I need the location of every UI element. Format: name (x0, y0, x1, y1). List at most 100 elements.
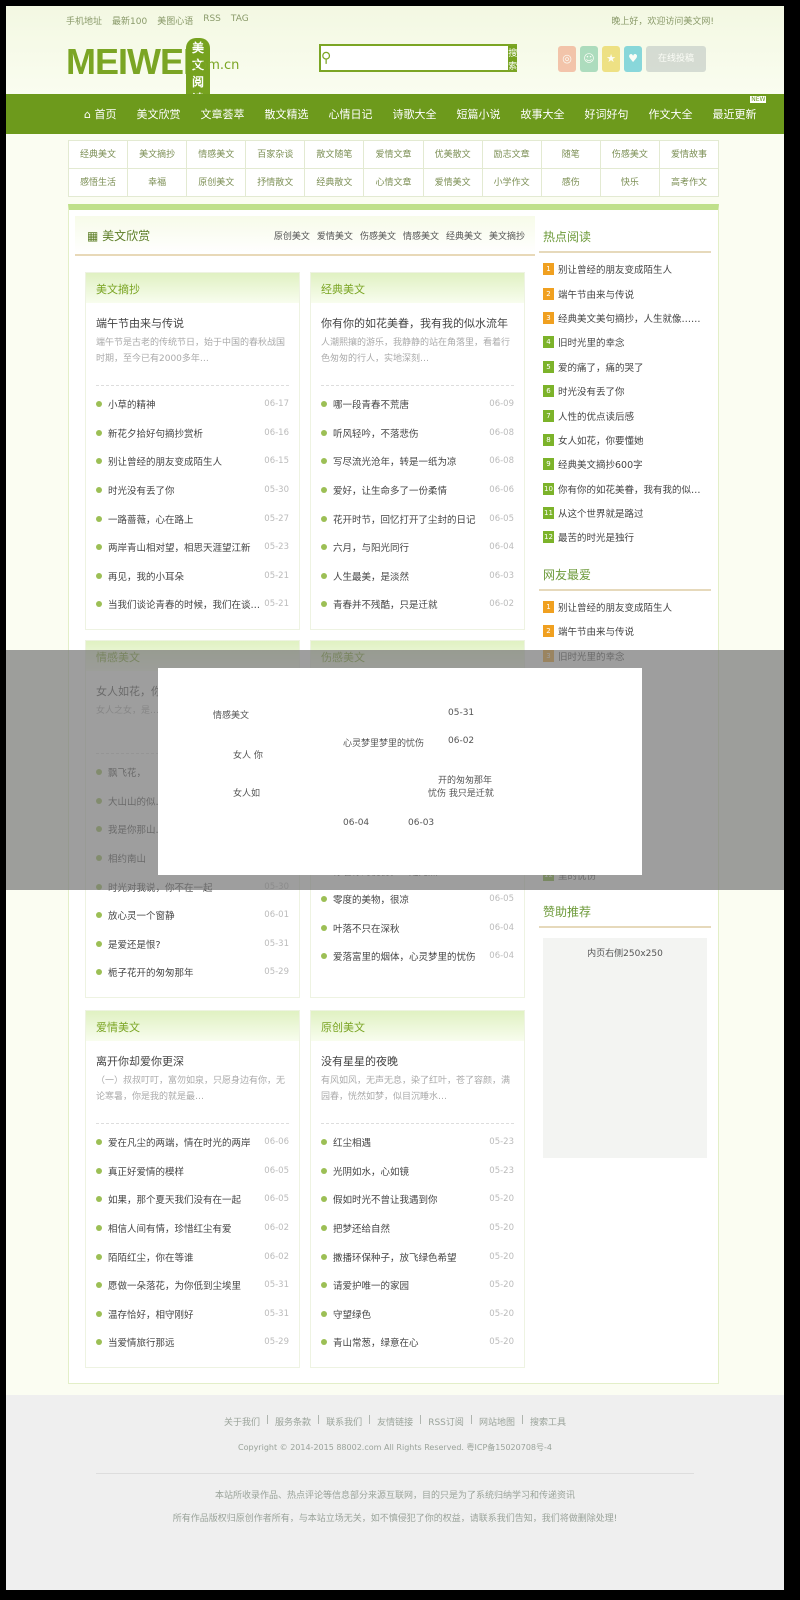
ad-box[interactable]: 内页右侧250x250 (543, 938, 707, 1159)
list-item[interactable]: 相信人间有情，珍惜红尘有爱 06-02 (96, 1214, 289, 1243)
side-item-title[interactable]: 女人如花，你要懂她 (558, 433, 644, 447)
article-title[interactable]: 当我们谈论青春的时候，我们在谈… (108, 597, 260, 611)
list-item[interactable]: 红尘相遇 05-23 (321, 1128, 514, 1157)
article-title[interactable]: 放心灵一个窗静 (108, 908, 260, 922)
side-item[interactable]: 10 你有你的如花美眷，我有我的似… (543, 477, 707, 501)
card-headline[interactable]: 没有星星的夜晚 (311, 1041, 524, 1073)
article-title[interactable]: 栀子花开的匆匆那年 (108, 965, 260, 979)
article-title[interactable]: 别让曾经的朋友变成陌生人 (108, 454, 260, 468)
side-item[interactable]: 3 经典美文美句摘抄，人生就像…… (543, 306, 707, 330)
list-item[interactable]: 守望绿色 05-20 (321, 1300, 514, 1329)
subnav-item[interactable]: 感悟生活 (69, 169, 129, 197)
list-item[interactable]: 哪一段青春不荒唐 06-09 (321, 390, 514, 419)
subnav-item[interactable]: 百家杂谈 (246, 141, 306, 169)
top-link[interactable]: TAG (231, 14, 249, 27)
card-headline[interactable]: 离开你却爱你更深 (86, 1041, 299, 1073)
side-item-title[interactable]: 端午节由来与传说 (558, 624, 634, 638)
list-item[interactable]: 陌陌红尘，你在等谁 06-02 (96, 1242, 289, 1271)
nav-item[interactable]: 散文精选 (254, 106, 318, 122)
side-item[interactable]: 7 人性的优点读后感 (543, 403, 707, 427)
list-item[interactable]: 放心灵一个窗静 06-01 (96, 901, 289, 930)
article-title[interactable]: 两岸青山相对望，相思天涯望江新 (108, 540, 260, 554)
side-item[interactable]: 5 爱的痛了，痛的哭了 (543, 355, 707, 379)
section-tab[interactable]: 情感美文 (403, 229, 439, 242)
list-item[interactable]: 把梦还给自然 05-20 (321, 1214, 514, 1243)
article-title[interactable]: 真正好爱情的模样 (108, 1164, 260, 1178)
article-title[interactable]: 青春并不残酷，只是迁就 (333, 597, 485, 611)
list-item[interactable]: 如果，那个夏天我们没有在一起 06-05 (96, 1185, 289, 1214)
subnav-item[interactable]: 幸福 (128, 169, 188, 197)
footer-link[interactable]: 联系我们 (326, 1415, 362, 1428)
section-tab[interactable]: 经典美文 (446, 229, 482, 242)
article-title[interactable]: 再见，我的小耳朵 (108, 569, 260, 583)
article-title[interactable]: 光阴如水，心如镜 (333, 1164, 485, 1178)
list-item[interactable]: 青春并不残酷，只是迁就 06-02 (321, 590, 514, 619)
side-item-title[interactable]: 最苦的时光是独行 (558, 530, 634, 544)
article-title[interactable]: 当爱情旅行那远 (108, 1335, 260, 1349)
list-item[interactable]: 撒播环保种子，放飞绿色希望 05-20 (321, 1242, 514, 1271)
nav-item[interactable]: 心情日记 (318, 106, 382, 122)
list-item[interactable]: 真正好爱情的模样 06-05 (96, 1157, 289, 1186)
article-title[interactable]: 假如时光不曾让我遇到你 (333, 1192, 485, 1206)
list-item[interactable]: 爱好，让生命多了一份柔情 06-06 (321, 476, 514, 505)
subnav-item[interactable]: 散文随笔 (305, 141, 365, 169)
top-link[interactable]: 最新100 (112, 14, 147, 27)
article-title[interactable]: 如果，那个夏天我们没有在一起 (108, 1192, 260, 1206)
list-item[interactable]: 假如时光不曾让我遇到你 05-20 (321, 1185, 514, 1214)
side-item[interactable]: 1 别让曾经的朋友变成陌生人 (543, 257, 707, 281)
subnav-item[interactable]: 优美散文 (423, 141, 483, 169)
side-item[interactable]: 11 从这个世界就是路过 (543, 501, 707, 525)
nav-item[interactable]: 诗歌大全 (382, 106, 446, 122)
submit-article-button[interactable]: 在线投稿 (646, 46, 706, 72)
nav-item[interactable]: 文章荟萃 (190, 106, 254, 122)
footer-link[interactable]: RSS订阅 (428, 1415, 464, 1428)
list-item[interactable]: 六月，与阳光同行 06-04 (321, 533, 514, 562)
subnav-item[interactable]: 励志文章 (482, 141, 542, 169)
article-title[interactable]: 陌陌红尘，你在等谁 (108, 1250, 260, 1264)
subnav-item[interactable]: 高考作文 (659, 169, 719, 197)
list-item[interactable]: 人生最美，是淡然 06-03 (321, 562, 514, 591)
side-item-title[interactable]: 经典美文摘抄600字 (558, 457, 643, 471)
list-item[interactable]: 两岸青山相对望，相思天涯望江新 05-23 (96, 533, 289, 562)
section-tab[interactable]: 伤感美文 (360, 229, 396, 242)
list-item[interactable]: 温存恰好，相守刚好 05-31 (96, 1300, 289, 1329)
subnav-item[interactable]: 伤感美文 (600, 141, 660, 169)
list-item[interactable]: 叶落不只在深秋 06-04 (321, 914, 514, 943)
nav-item[interactable]: 作文大全 (638, 106, 702, 122)
list-item[interactable]: 小草的精神 06-17 (96, 390, 289, 419)
list-item[interactable]: 时光没有丢了你 05-30 (96, 476, 289, 505)
side-item-title[interactable]: 别让曾经的朋友变成陌生人 (558, 600, 672, 614)
side-item-title[interactable]: 旧时光里的幸念 (558, 335, 625, 349)
list-item[interactable]: 新花夕拾好句摘抄赏析 06-16 (96, 419, 289, 448)
subnav-item[interactable]: 经典散文 (305, 169, 365, 197)
subnav-item[interactable]: 随笔 (541, 141, 601, 169)
card-title[interactable]: 爱情美文 (86, 1011, 299, 1041)
subnav-item[interactable]: 情感美文 (187, 141, 247, 169)
subnav-item[interactable]: 经典美文 (69, 141, 129, 169)
nav-item[interactable]: 短篇小说 (446, 106, 510, 122)
article-title[interactable]: 温存恰好，相守刚好 (108, 1307, 260, 1321)
subnav-item[interactable]: 爱情故事 (659, 141, 719, 169)
side-item-title[interactable]: 别让曾经的朋友变成陌生人 (558, 262, 672, 276)
article-title[interactable]: 人生最美，是淡然 (333, 569, 485, 583)
article-title[interactable]: 花开时节，回忆打开了尘封的日记 (333, 512, 485, 526)
article-title[interactable]: 爱落富里的烟体，心灵梦里的忧伤 (333, 949, 485, 963)
footer-link[interactable]: 网站地图 (479, 1415, 515, 1428)
qzone-icon[interactable]: ☺ (580, 46, 598, 72)
article-title[interactable]: 听风轻吟，不落悲伤 (333, 426, 485, 440)
subnav-item[interactable]: 抒情散文 (246, 169, 306, 197)
article-title[interactable]: 叶落不只在深秋 (333, 921, 485, 935)
footer-link[interactable]: 友情链接 (377, 1415, 413, 1428)
article-title[interactable]: 新花夕拾好句摘抄赏析 (108, 426, 260, 440)
subnav-item[interactable]: 心情文章 (364, 169, 424, 197)
article-title[interactable]: 把梦还给自然 (333, 1221, 485, 1235)
list-item[interactable]: 一路蔷薇，心在路上 05-27 (96, 504, 289, 533)
article-title[interactable]: 相信人间有情，珍惜红尘有爱 (108, 1221, 260, 1235)
side-item-title[interactable]: 经典美文美句摘抄，人生就像…… (558, 311, 701, 325)
side-item[interactable]: 1 别让曾经的朋友变成陌生人 (543, 595, 707, 619)
side-item[interactable]: 9 经典美文摘抄600字 (543, 452, 707, 476)
star-icon[interactable]: ★ (602, 46, 620, 72)
article-title[interactable]: 哪一段青春不荒唐 (333, 397, 485, 411)
card-headline[interactable]: 你有你的如花美眷，我有我的似水流年 (311, 303, 524, 335)
list-item[interactable]: 请爱护唯一的家园 05-20 (321, 1271, 514, 1300)
